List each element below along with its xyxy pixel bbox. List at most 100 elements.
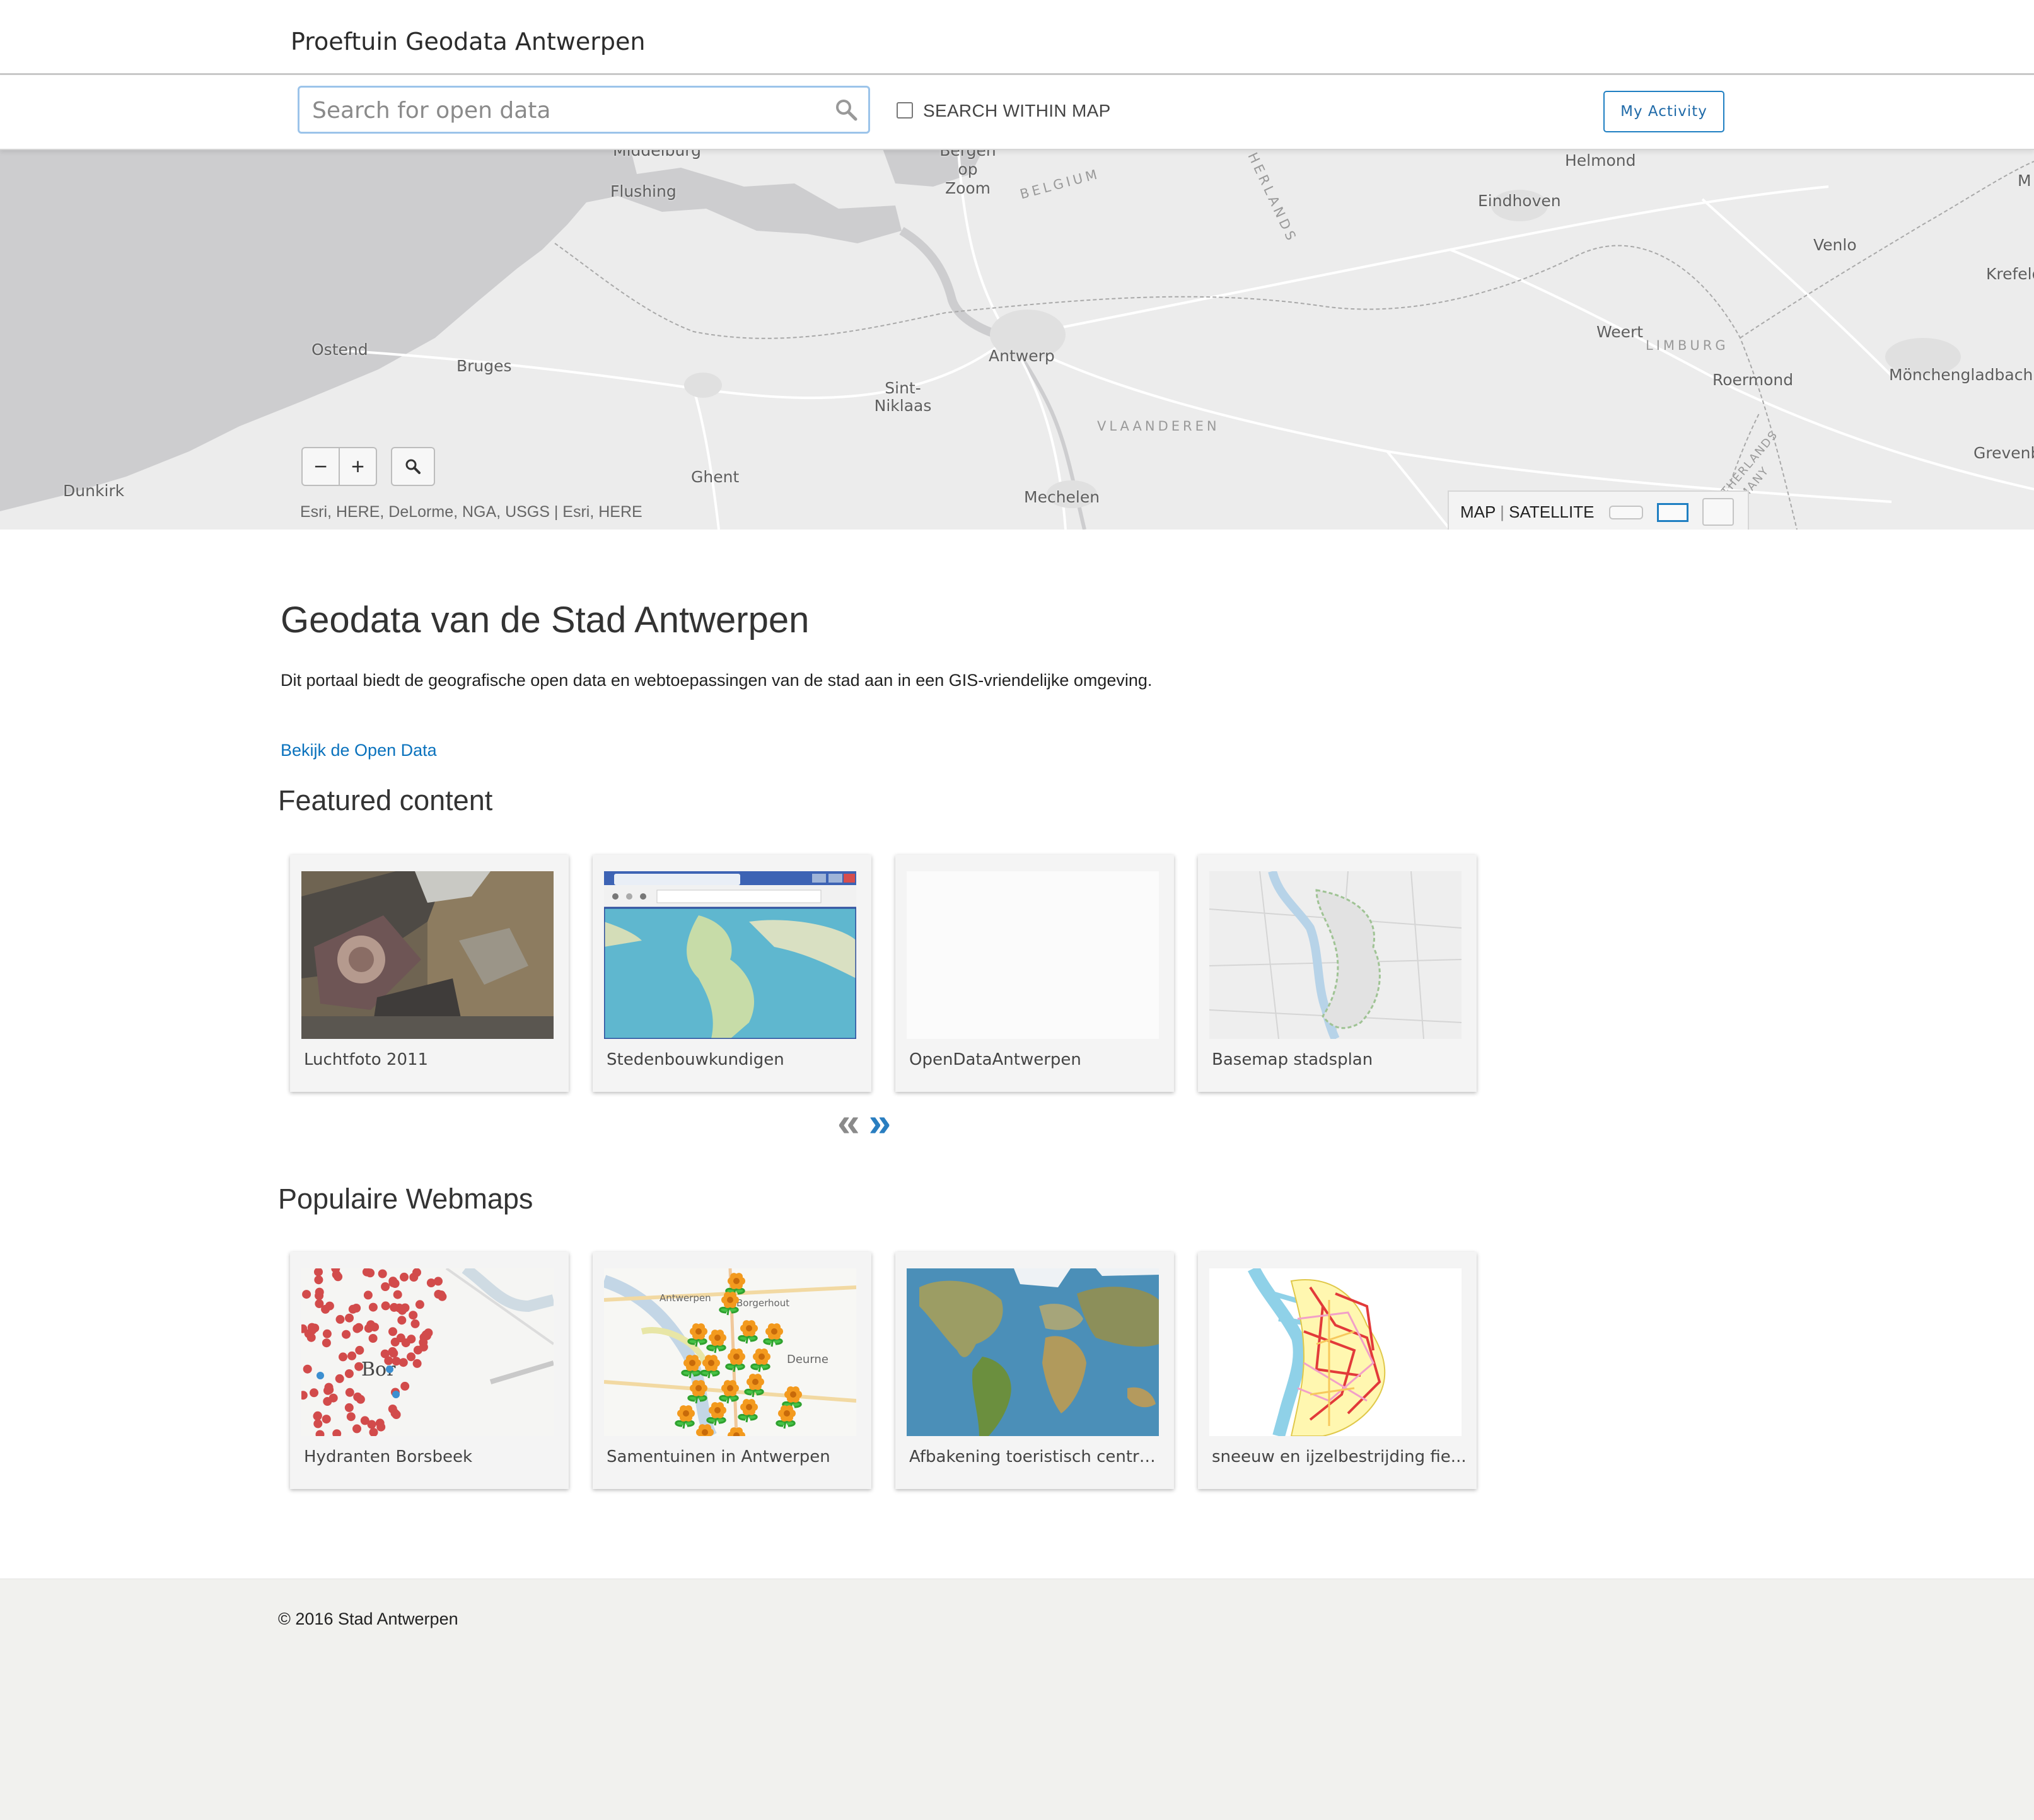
featured-section-title: Featured content bbox=[278, 784, 492, 817]
hydrant-marker bbox=[349, 1305, 357, 1314]
hydrant-marker bbox=[322, 1415, 331, 1423]
hydrant-marker bbox=[336, 1315, 345, 1324]
hydrant-marker bbox=[413, 1359, 422, 1368]
hydrant-marker bbox=[352, 1424, 361, 1433]
my-activity-button[interactable]: My Activity bbox=[1603, 91, 1724, 132]
map-place-label: Bergen op Zoom bbox=[933, 149, 1002, 198]
webmap-card[interactable]: Bor Hydranten Borsbeek bbox=[290, 1252, 569, 1489]
hydrant-marker bbox=[393, 1290, 402, 1299]
hydrant-marker bbox=[438, 1292, 446, 1301]
hydrant-marker bbox=[345, 1314, 354, 1323]
card-title[interactable]: sneeuw en ijzelbestrijding fie... bbox=[1212, 1447, 1467, 1466]
hydrant-marker bbox=[391, 1409, 400, 1418]
featured-card[interactable]: Basemap stadsplan bbox=[1198, 855, 1477, 1092]
hydrant-marker bbox=[314, 1275, 323, 1284]
webmap-card[interactable]: sneeuw en ijzelbestrijding fie... bbox=[1198, 1252, 1477, 1489]
webmap-card[interactable]: Antwerpen Deurne Borgerhout Samentuinen … bbox=[593, 1252, 871, 1489]
hydrant-marker bbox=[407, 1352, 416, 1361]
map-region-label: LIMBURG bbox=[1646, 338, 1729, 353]
hydrant-marker bbox=[308, 1323, 317, 1332]
hydrant-marker bbox=[310, 1388, 318, 1397]
hydrant-marker bbox=[392, 1357, 401, 1365]
site-title[interactable]: Proeftuin Geodata Antwerpen bbox=[291, 28, 645, 55]
hydrant-marker bbox=[355, 1346, 364, 1355]
footer: © 2016 Stad Antwerpen bbox=[0, 1579, 2034, 1820]
hydrant-marker bbox=[303, 1365, 312, 1374]
card-thumbnail bbox=[907, 1268, 1159, 1436]
map-place-label: Antwerp bbox=[989, 347, 1055, 365]
carousel-next-button[interactable]: » bbox=[869, 1102, 892, 1142]
basemap-separator: | bbox=[1500, 502, 1504, 521]
copyright-text: © 2016 Stad Antwerpen bbox=[278, 1609, 458, 1629]
card-title[interactable]: OpenDataAntwerpen bbox=[909, 1050, 1164, 1069]
basemap-switcher: MAP | SATELLITE bbox=[1448, 490, 1749, 530]
hydrant-marker bbox=[369, 1303, 378, 1312]
hydrant-marker bbox=[427, 1278, 436, 1287]
card-title[interactable]: Hydranten Borsbeek bbox=[304, 1447, 559, 1466]
card-title[interactable]: Samentuinen in Antwerpen bbox=[607, 1447, 861, 1466]
card-title[interactable]: Basemap stadsplan bbox=[1212, 1050, 1467, 1069]
webmap-card[interactable]: Afbakening toeristisch centru... bbox=[895, 1252, 1174, 1489]
search-box[interactable] bbox=[298, 86, 870, 134]
search-bar: SEARCH WITHIN MAP My Activity bbox=[0, 75, 2034, 150]
hydrant-marker bbox=[376, 1418, 385, 1427]
map-place-label: Venlo bbox=[1813, 236, 1857, 254]
map-place-label: Mönchengladbach bbox=[1889, 366, 2033, 384]
hydrant-marker bbox=[325, 1302, 334, 1311]
featured-card[interactable]: Luchtfoto 2011 bbox=[290, 855, 569, 1092]
hydrant-marker bbox=[424, 1328, 433, 1337]
search-within-map-checkbox[interactable] bbox=[897, 102, 913, 119]
view-open-data-link[interactable]: Bekijk de Open Data bbox=[281, 741, 437, 760]
hydrant-marker bbox=[381, 1282, 390, 1291]
hydrant-marker bbox=[369, 1334, 378, 1343]
layout-large-icon[interactable] bbox=[1702, 498, 1734, 526]
hydrant-marker bbox=[347, 1352, 356, 1360]
top-bar: Proeftuin Geodata Antwerpen bbox=[0, 0, 2034, 75]
map-place-label: Bruges bbox=[456, 357, 512, 375]
hydrant-marker bbox=[342, 1330, 351, 1339]
thumbnail-map-text: Borgerhout bbox=[736, 1297, 789, 1309]
hydrant-marker bbox=[346, 1388, 354, 1397]
overview-map[interactable]: Middelburg Flushing Bergen op Zoom Helmo… bbox=[0, 149, 2034, 530]
card-title[interactable]: Afbakening toeristisch centru... bbox=[909, 1447, 1164, 1466]
card-title[interactable]: Stedenbouwkundigen bbox=[607, 1050, 861, 1069]
hydrant-marker bbox=[322, 1338, 331, 1347]
search-icon[interactable] bbox=[833, 96, 861, 124]
search-input[interactable] bbox=[311, 93, 818, 128]
hydrant-marker bbox=[398, 1306, 407, 1315]
zoom-in-button[interactable]: + bbox=[339, 448, 376, 485]
search-within-map-label[interactable]: SEARCH WITHIN MAP bbox=[923, 101, 1111, 121]
featured-card[interactable]: OpenDataAntwerpen bbox=[895, 855, 1174, 1092]
hydrant-marker bbox=[397, 1316, 406, 1324]
hydrant-marker bbox=[339, 1352, 347, 1361]
hydrant-marker bbox=[315, 1299, 323, 1308]
map-place-label: Eindhoven bbox=[1478, 192, 1561, 210]
card-thumbnail bbox=[604, 871, 856, 1039]
intro-text: Dit portaal biedt de geografische open d… bbox=[281, 666, 1176, 695]
map-place-label: Ghent bbox=[691, 468, 739, 486]
basemap-map-option[interactable]: MAP bbox=[1460, 502, 1496, 521]
map-place-label: Roermond bbox=[1712, 371, 1793, 389]
card-thumbnail bbox=[301, 871, 554, 1039]
hydrant-marker bbox=[317, 1372, 324, 1379]
featured-card[interactable]: Stedenbouwkundigen bbox=[593, 855, 871, 1092]
hydrant-marker bbox=[345, 1403, 354, 1412]
hydrant-marker bbox=[388, 1327, 397, 1336]
map-place-label: Krefeld bbox=[1986, 265, 2034, 283]
card-thumbnail: Antwerpen Deurne Borgerhout bbox=[604, 1268, 856, 1436]
layout-compact-icon[interactable] bbox=[1609, 506, 1643, 519]
layout-medium-icon[interactable] bbox=[1657, 503, 1688, 522]
card-title[interactable]: Luchtfoto 2011 bbox=[304, 1050, 559, 1069]
hydrant-marker bbox=[345, 1369, 354, 1378]
hydrant-marker bbox=[400, 1273, 409, 1282]
hydrant-marker bbox=[366, 1268, 375, 1277]
zoom-controls: − + bbox=[301, 447, 377, 486]
basemap-satellite-option[interactable]: SATELLITE bbox=[1509, 502, 1594, 521]
carousel-prev-button[interactable]: « bbox=[837, 1102, 860, 1142]
map-place-label: Ostend bbox=[311, 340, 368, 359]
hydrant-marker bbox=[354, 1323, 363, 1332]
zoom-out-button[interactable]: − bbox=[303, 448, 339, 485]
map-place-label: Flushing bbox=[610, 182, 677, 200]
map-search-button[interactable] bbox=[391, 447, 435, 486]
hydrant-marker bbox=[347, 1412, 356, 1421]
